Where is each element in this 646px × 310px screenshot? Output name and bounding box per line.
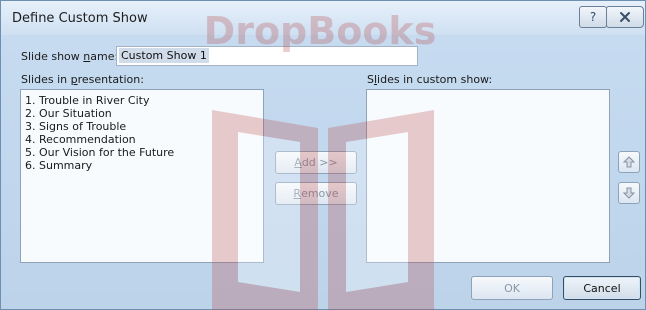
slide-show-name-value: Custom Show 1	[119, 48, 209, 63]
presentation-slides-list[interactable]: 1. Trouble in River City 2. Our Situatio…	[20, 89, 264, 263]
arrow-down-icon	[623, 187, 635, 199]
title-bar[interactable]: Define Custom Show ?	[1, 1, 645, 35]
move-up-button[interactable]	[618, 151, 640, 173]
slide-show-name-input[interactable]: Custom Show 1	[116, 46, 418, 66]
custom-show-slides-list[interactable]	[366, 89, 610, 263]
close-button[interactable]	[606, 6, 644, 28]
ok-button[interactable]: OK	[471, 276, 553, 300]
define-custom-show-dialog: Define Custom Show ? Slide show name: Cu…	[0, 0, 646, 310]
remove-button[interactable]: Remove	[275, 182, 357, 205]
close-x-icon	[620, 12, 630, 22]
slide-show-name-label: Slide show name:	[21, 50, 119, 63]
list-item[interactable]: 6. Summary	[21, 159, 263, 172]
add-button[interactable]: Add >>	[275, 151, 357, 174]
cancel-button[interactable]: Cancel	[563, 276, 641, 300]
move-down-button[interactable]	[618, 182, 640, 204]
list-item[interactable]: 3. Signs of Trouble	[21, 120, 263, 133]
list-item[interactable]: 5. Our Vision for the Future	[21, 146, 263, 159]
help-button[interactable]: ?	[579, 6, 607, 28]
slides-in-custom-show-label: Slides in custom show:	[367, 73, 493, 86]
slides-in-presentation-label: Slides in presentation:	[21, 73, 144, 86]
help-icon: ?	[589, 10, 597, 24]
list-item[interactable]: 2. Our Situation	[21, 107, 263, 120]
arrow-up-icon	[623, 156, 635, 168]
dialog-title: Define Custom Show	[12, 11, 148, 26]
list-item[interactable]: 4. Recommendation	[21, 133, 263, 146]
list-item[interactable]: 1. Trouble in River City	[21, 94, 263, 107]
